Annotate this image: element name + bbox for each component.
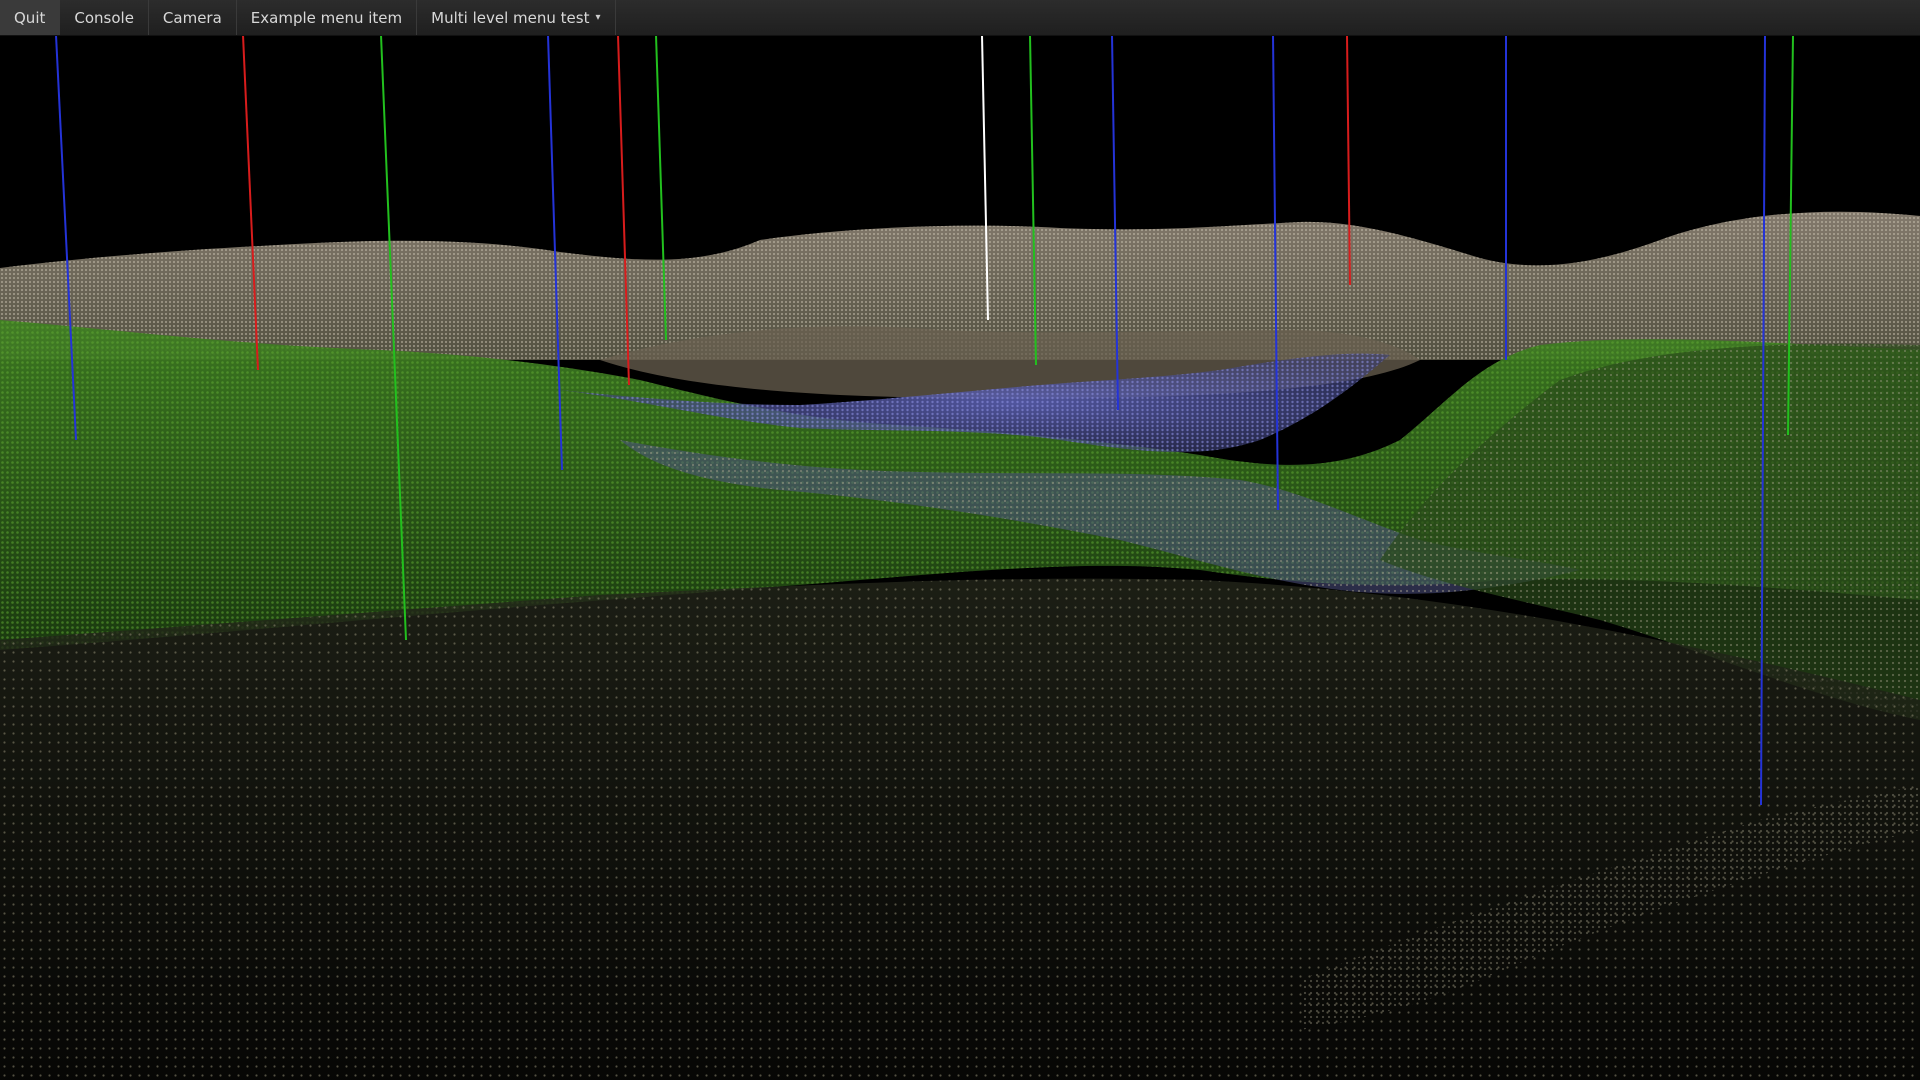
3d-viewport[interactable] bbox=[0, 0, 1920, 1080]
near-ground-dots bbox=[0, 578, 1920, 1080]
menu-quit-label: Quit bbox=[14, 8, 46, 27]
menu-console[interactable]: Console bbox=[60, 0, 149, 35]
point-cloud-terrain[interactable] bbox=[0, 0, 1920, 1080]
menu-example-item[interactable]: Example menu item bbox=[237, 0, 418, 35]
application-window: Quit Console Camera Example menu item Mu… bbox=[0, 0, 1920, 1080]
menu-camera-label: Camera bbox=[162, 8, 222, 27]
menu-quit[interactable]: Quit bbox=[0, 0, 61, 35]
menu-camera[interactable]: Camera bbox=[149, 0, 237, 35]
menu-multi-level-label: Multi level menu test bbox=[431, 8, 590, 27]
menu-bar: Quit Console Camera Example menu item Mu… bbox=[0, 0, 1920, 36]
menu-console-label: Console bbox=[74, 8, 134, 27]
menu-example-item-label: Example menu item bbox=[250, 8, 403, 27]
chevron-down-icon: ▾ bbox=[595, 12, 601, 23]
menu-multi-level[interactable]: Multi level menu test ▾ bbox=[417, 0, 616, 35]
